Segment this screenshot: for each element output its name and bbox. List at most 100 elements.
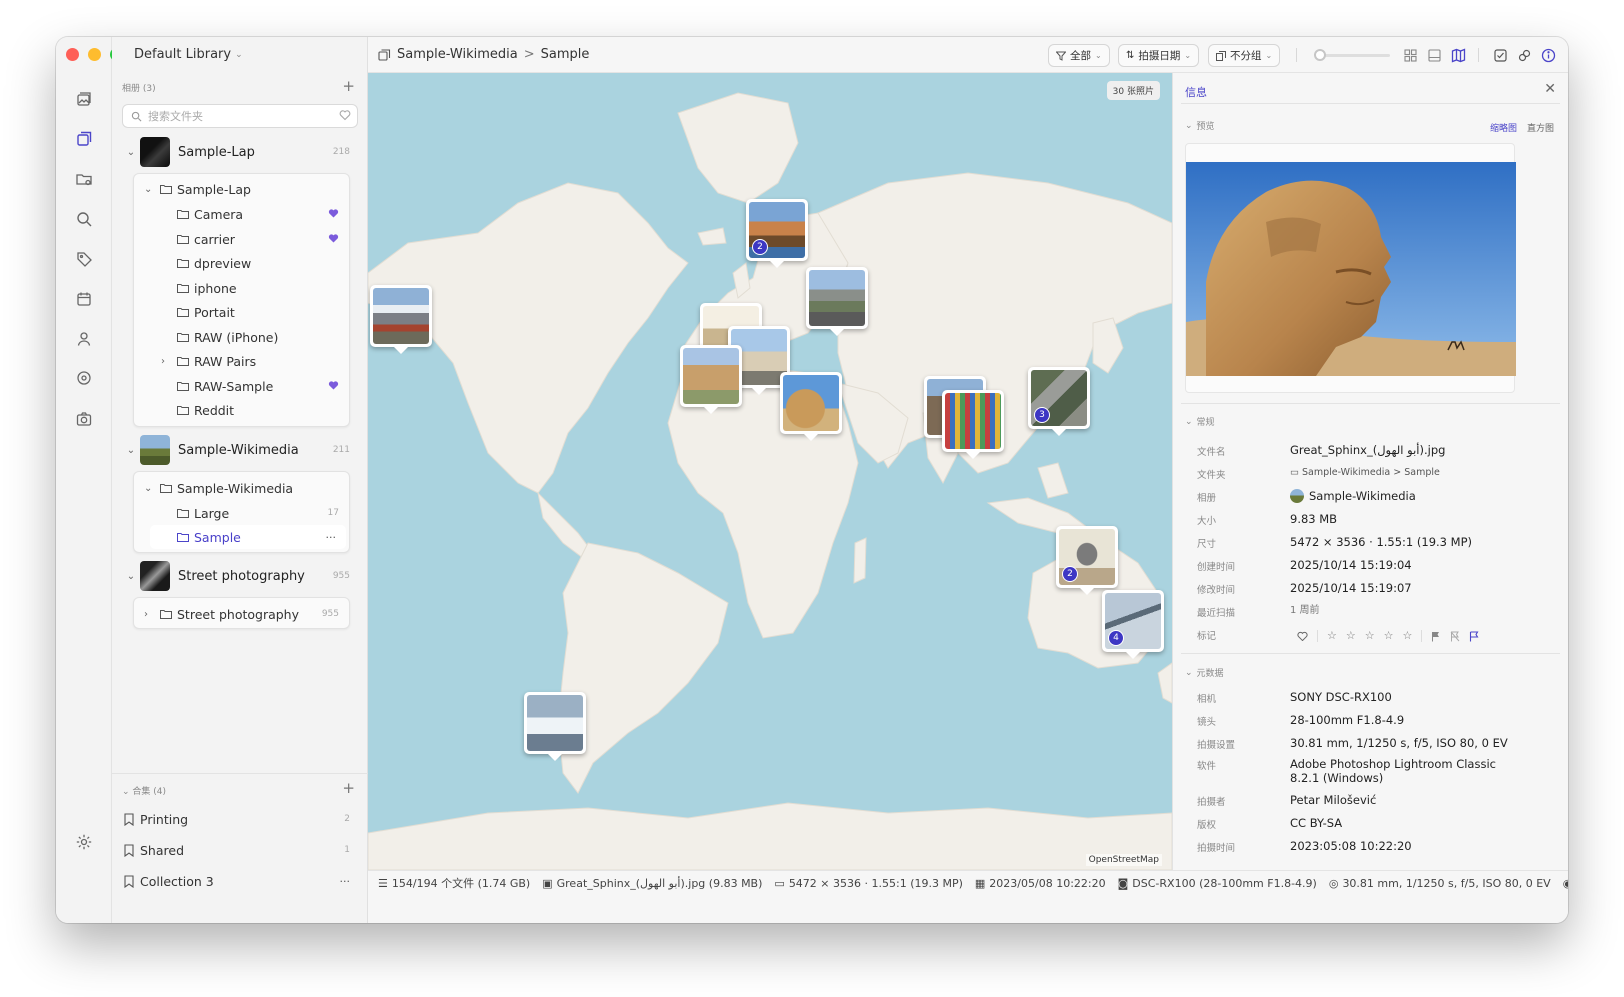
info-icon[interactable] — [1540, 47, 1556, 63]
folder-name: iphone — [194, 280, 237, 296]
group-dropdown[interactable]: 不分组 ⌄ — [1208, 44, 1281, 67]
flag-icon[interactable] — [1431, 631, 1441, 642]
folder-tree-sample-wikimedia: ⌄ Sample-Wikimedia Large 17 Sample ··· — [133, 471, 350, 553]
collection-shared[interactable]: Shared 1 — [124, 838, 356, 862]
star-icon[interactable]: ☆ — [1403, 629, 1413, 643]
sort-dropdown[interactable]: ⇅ 拍摄日期 ⌄ — [1118, 44, 1200, 67]
general-section-header[interactable]: ⌄ 常规 — [1185, 415, 1215, 429]
tab-histogram[interactable]: 直方图 — [1527, 121, 1554, 134]
dimensions-icon: ▭ — [774, 876, 785, 890]
folder-icon — [177, 234, 189, 244]
reject-flag-icon[interactable] — [1450, 631, 1460, 642]
chevron-down-icon: ⌄ — [1184, 51, 1192, 60]
settings-gear-icon[interactable] — [72, 830, 96, 854]
minimize-window-button[interactable] — [88, 48, 101, 61]
folder-count: 955 — [321, 609, 339, 619]
folder-row-street-root[interactable]: › Street photography 955 — [134, 602, 349, 626]
breadcrumb: Sample-Wikimedia > Sample — [378, 47, 589, 62]
info-value-album[interactable]: Sample-Wikimedia — [1290, 489, 1540, 503]
folder-row-camera[interactable]: Camera — [134, 202, 349, 226]
thumbnail-size-slider[interactable] — [1314, 49, 1390, 61]
photo-pin-australia-south[interactable]: 4 — [1102, 590, 1164, 659]
breadcrumb-folder[interactable]: Sample — [541, 47, 590, 62]
divider — [1181, 403, 1560, 404]
camera-icon[interactable] — [72, 407, 96, 431]
chevron-right-icon[interactable]: › — [161, 356, 177, 367]
folder-row-iphone[interactable]: iphone — [134, 276, 349, 300]
collection-printing[interactable]: Printing 2 — [124, 807, 356, 831]
map-view[interactable]: 30 张照片 2 3 2 4 OpenStreetMap — [368, 73, 1172, 870]
photo-pin-australia-north[interactable]: 2 — [1056, 526, 1118, 595]
add-album-button[interactable]: + — [342, 77, 355, 95]
info-value: 30.81 mm, 1/1250 s, f/5, ISO 80, 0 EV — [1290, 736, 1508, 750]
slider-knob[interactable] — [1314, 49, 1326, 61]
search-icon[interactable] — [72, 207, 96, 231]
star-icon[interactable]: ☆ — [1384, 629, 1394, 643]
albums-icon[interactable] — [72, 127, 96, 151]
filmstrip-view-icon[interactable] — [1426, 47, 1442, 63]
folder-row-wiki-root[interactable]: ⌄ Sample-Wikimedia — [134, 476, 349, 500]
chevron-down-icon[interactable]: ⌄ — [122, 445, 140, 456]
close-icon[interactable]: ✕ — [1544, 81, 1556, 97]
grid-view-icon[interactable] — [1402, 47, 1418, 63]
photo-pin-south-america[interactable] — [524, 692, 586, 761]
library-switcher[interactable]: Default Library ⌄ — [134, 47, 243, 62]
folder-row-sample-selected[interactable]: Sample ··· — [150, 525, 346, 549]
folder-icon: ▭ — [1290, 467, 1299, 478]
metadata-section-header[interactable]: ⌄ 元数据 — [1185, 666, 1224, 680]
folder-settings-icon[interactable] — [72, 167, 96, 191]
close-window-button[interactable] — [66, 48, 79, 61]
select-checkbox-icon[interactable] — [1492, 47, 1508, 63]
info-key: 相机 — [1197, 694, 1217, 705]
photo-pin-scandinavia[interactable]: 2 — [746, 199, 808, 268]
heart-filter-icon[interactable] — [339, 109, 351, 121]
map-view-icon[interactable] — [1450, 47, 1466, 63]
folder-icon — [160, 609, 172, 619]
star-icon[interactable]: ☆ — [1327, 629, 1337, 643]
heart-icon[interactable] — [1297, 631, 1308, 641]
folder-row-raw-sample[interactable]: RAW-Sample — [134, 374, 349, 398]
photo-pin-india[interactable] — [942, 390, 1004, 459]
photo-pin-north-america[interactable] — [370, 285, 432, 354]
folder-row-portait[interactable]: Portait — [134, 300, 349, 324]
star-icon[interactable]: ☆ — [1365, 629, 1375, 643]
calendar-icon[interactable] — [72, 287, 96, 311]
folder-row-reddit[interactable]: Reddit — [134, 398, 349, 422]
album-sample-lap[interactable]: ⌄ Sample-Lap 218 — [122, 135, 358, 169]
photos-icon[interactable] — [72, 87, 96, 111]
album-sample-wikimedia[interactable]: ⌄ Sample-Wikimedia 211 — [122, 433, 358, 467]
more-options-button[interactable]: ··· — [340, 875, 351, 888]
link-icon[interactable] — [1516, 47, 1532, 63]
add-collection-button[interactable]: + — [342, 779, 355, 797]
folder-row-root[interactable]: ⌄ Sample-Lap — [134, 177, 349, 201]
breadcrumb-album[interactable]: Sample-Wikimedia — [397, 47, 518, 62]
info-value-folder[interactable]: ▭ Sample-Wikimedia > Sample — [1290, 466, 1540, 480]
folder-row-dpreview[interactable]: dpreview — [134, 251, 349, 275]
albums-header: 相册 (3) — [122, 84, 156, 94]
person-icon[interactable] — [72, 327, 96, 351]
photo-pin-china[interactable]: 3 — [1028, 367, 1090, 436]
collection-3[interactable]: Collection 3 ··· — [124, 869, 356, 893]
collections-header[interactable]: ⌄ 合集 (4) — [122, 784, 166, 797]
tag-icon[interactable] — [72, 247, 96, 271]
map-attribution[interactable]: OpenStreetMap — [1085, 854, 1162, 866]
chevron-down-icon[interactable]: ⌄ — [122, 571, 140, 582]
location-icon[interactable] — [72, 367, 96, 391]
folder-row-raw-iphone[interactable]: RAW (iPhone) — [134, 325, 349, 349]
photo-pin-spain[interactable] — [680, 345, 742, 414]
folder-row-large[interactable]: Large 17 — [134, 501, 349, 525]
star-icon[interactable]: ☆ — [1346, 629, 1356, 643]
photo-pin-egypt[interactable] — [780, 372, 842, 441]
photo-pin-baltic[interactable] — [806, 267, 868, 336]
more-options-button[interactable]: ··· — [326, 531, 337, 544]
tab-thumbnail[interactable]: 缩略图 — [1490, 121, 1517, 134]
info-key: 版权 — [1197, 820, 1217, 831]
chevron-down-icon[interactable]: ⌄ — [122, 147, 140, 158]
folder-row-raw-pairs[interactable]: › RAW Pairs — [134, 349, 349, 373]
preview-section-header[interactable]: ⌄ 预览 — [1185, 119, 1215, 133]
pick-flag-icon[interactable] — [1469, 630, 1479, 642]
album-street-photography[interactable]: ⌄ Street photography 955 — [122, 559, 358, 593]
folder-search-input[interactable]: 搜索文件夹 — [122, 104, 358, 128]
folder-row-carrier[interactable]: carrier — [134, 227, 349, 251]
filter-dropdown[interactable]: 全部 ⌄ — [1048, 44, 1110, 67]
